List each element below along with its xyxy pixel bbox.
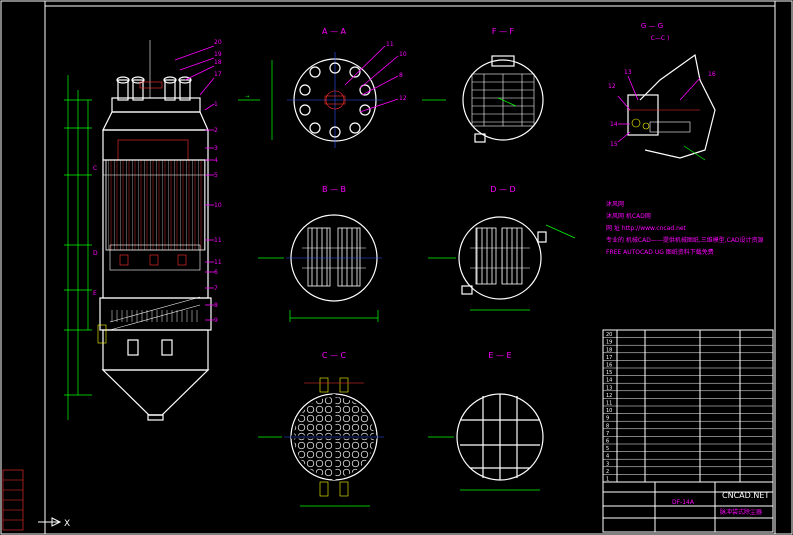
balloon-label: 8 bbox=[399, 72, 403, 79]
section-title-cc: C — C bbox=[322, 351, 347, 360]
ucs-icon: X bbox=[38, 517, 70, 529]
watermark-block: 沐风网 沐风网 机CAD网 网 址 http://www.cncad.net 专… bbox=[606, 200, 764, 256]
section-note-gg: C—C ) bbox=[651, 35, 670, 42]
balloon-label: 18 bbox=[214, 59, 222, 66]
bom-row-number: 6 bbox=[606, 439, 609, 445]
section-gg-view: G — G C—C ) 13 12 14 15 16 bbox=[608, 22, 716, 161]
bom-row-number: 3 bbox=[606, 461, 609, 467]
balloon-label: 2 bbox=[214, 127, 218, 134]
bom-row-number: 17 bbox=[606, 355, 612, 361]
balloon-label: 6 bbox=[214, 269, 218, 276]
bom-row-number: 2 bbox=[606, 469, 609, 475]
section-ee-view: E — E bbox=[428, 351, 544, 491]
balloon-label: 14 bbox=[610, 121, 618, 128]
section-cc-view: C — C bbox=[258, 351, 384, 507]
watermark-line: 专业的 机械CAD——提供机械图纸,三维模型,CAD设计资源 bbox=[606, 236, 764, 244]
balloon-label: 20 bbox=[214, 39, 222, 46]
section-ff-view: F — F bbox=[422, 27, 544, 143]
balloon-label: 12 bbox=[399, 95, 407, 102]
watermark-line: 网 址 http://www.cncad.net bbox=[606, 224, 687, 232]
balloon-label: 10 bbox=[399, 51, 407, 58]
bom-row-number: 13 bbox=[606, 385, 612, 391]
drawing-number: DF-14A bbox=[672, 499, 695, 506]
section-marker: D bbox=[93, 250, 98, 257]
balloon-label: 12 bbox=[608, 83, 616, 90]
balloon-label: 7 bbox=[214, 285, 218, 292]
main-balloon-group: 20 19 18 17 1 2 3 4 5 10 11 11 6 7 8 9 bbox=[214, 39, 222, 324]
legend-box bbox=[2, 469, 24, 531]
balloon-label: 1 bbox=[214, 101, 218, 108]
balloon-label: 9 bbox=[214, 317, 218, 324]
section-title-bb: B — B bbox=[322, 185, 346, 194]
balloon-label: 16 bbox=[708, 71, 716, 78]
bom-row-number: 10 bbox=[606, 408, 612, 414]
section-dd-view: D — D bbox=[428, 185, 576, 311]
balloon-label: 11 bbox=[386, 41, 394, 48]
watermark-line: 沐风网 bbox=[606, 200, 624, 208]
drawing-name: 脉冲袋式除尘器 bbox=[720, 508, 762, 516]
main-elevation-view: 20 19 18 17 1 2 3 4 5 10 11 11 6 7 8 9 C… bbox=[64, 39, 222, 421]
section-marker: E bbox=[93, 290, 97, 297]
title-block: 2019181716151413121110987654321 DF-14A C… bbox=[602, 329, 774, 533]
balloon-label: 13 bbox=[624, 69, 632, 76]
bom-row-number: 8 bbox=[606, 423, 609, 429]
section-aa-view: A — A → 11 10 8 12 bbox=[238, 27, 407, 148]
bom-row-number: 19 bbox=[606, 340, 612, 346]
balloon-label: 17 bbox=[214, 71, 222, 78]
bom-row-number: 9 bbox=[606, 416, 609, 422]
bom-row-number: 16 bbox=[606, 363, 612, 369]
bom-row-number: 5 bbox=[606, 446, 609, 452]
balloon-label: 15 bbox=[610, 141, 618, 148]
section-title-ee: E — E bbox=[488, 351, 511, 360]
balloon-label: 19 bbox=[214, 51, 222, 58]
flow-arrow-label: → bbox=[245, 94, 249, 100]
watermark-line: 沐风网 机CAD网 bbox=[606, 212, 651, 220]
cad-drawing-canvas: 20 19 18 17 1 2 3 4 5 10 11 11 6 7 8 9 C… bbox=[0, 0, 793, 535]
bom-row-number: 18 bbox=[606, 347, 612, 353]
section-title-aa: A — A bbox=[322, 27, 347, 36]
bom-row-number: 11 bbox=[606, 401, 612, 407]
company-name: CNCAD.NET bbox=[722, 491, 769, 500]
watermark-line: FREE AUTOCAD UG 图纸资料下载免费 bbox=[606, 248, 714, 256]
section-title-ff: F — F bbox=[492, 27, 515, 36]
section-bb-view: B — B bbox=[258, 185, 382, 322]
bom-row-number: 15 bbox=[606, 370, 612, 376]
section-title-gg: G — G bbox=[641, 22, 663, 30]
bom-row-number: 12 bbox=[606, 393, 612, 399]
ucs-x-label: X bbox=[64, 519, 70, 529]
drawing-border bbox=[0, 0, 793, 535]
section-marker: C bbox=[93, 165, 97, 172]
balloon-label: 4 bbox=[214, 157, 218, 164]
bom-row-number: 20 bbox=[606, 332, 612, 338]
bom-row-number: 7 bbox=[606, 431, 609, 437]
balloon-label: 8 bbox=[214, 302, 218, 309]
balloon-label: 3 bbox=[214, 145, 218, 152]
balloon-label: 11 bbox=[214, 259, 222, 266]
balloon-label: 10 bbox=[214, 202, 222, 209]
bom-row-number: 14 bbox=[606, 378, 612, 384]
balloon-label: 11 bbox=[214, 237, 222, 244]
section-title-dd: D — D bbox=[490, 185, 515, 194]
bom-row-number: 4 bbox=[606, 454, 609, 460]
balloon-label: 5 bbox=[214, 172, 218, 179]
